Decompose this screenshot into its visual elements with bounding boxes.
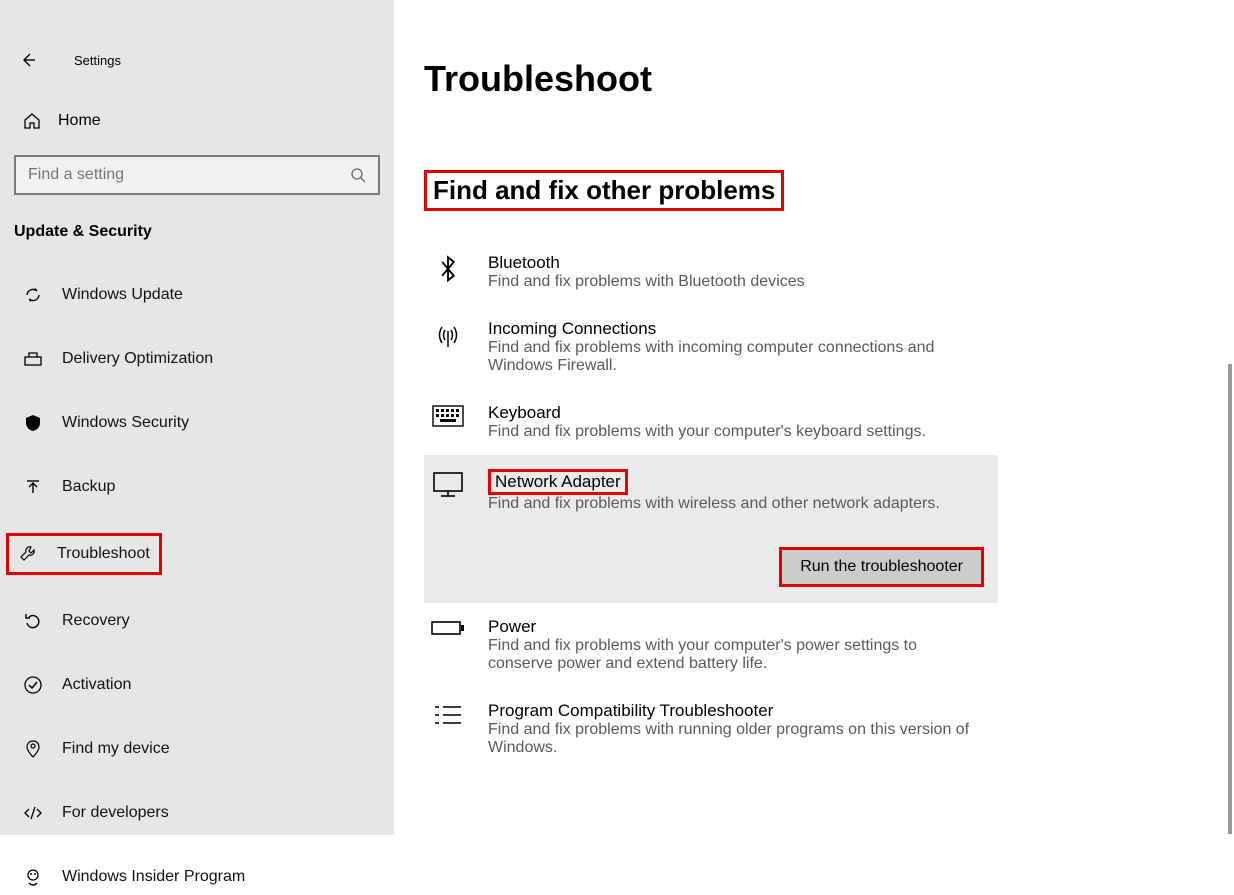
troubleshooter-keyboard[interactable]: Keyboard Find and fix problems with your… xyxy=(424,389,998,455)
delivery-icon xyxy=(22,349,44,369)
sidebar-item-label: Backup xyxy=(62,478,115,496)
insider-icon xyxy=(22,867,44,887)
sidebar-item-windows-security[interactable]: Windows Security xyxy=(14,405,380,441)
troubleshooter-desc: Find and fix problems with your computer… xyxy=(488,637,978,673)
troubleshooter-power[interactable]: Power Find and fix problems with your co… xyxy=(424,603,998,687)
sidebar-home-label: Home xyxy=(58,112,101,130)
troubleshooter-title: Network Adapter xyxy=(488,469,628,495)
troubleshooter-title: Power xyxy=(488,617,978,637)
check-circle-icon xyxy=(22,675,44,695)
sidebar-item-windows-insider[interactable]: Windows Insider Program xyxy=(14,859,380,895)
backup-icon xyxy=(22,477,44,497)
shield-icon xyxy=(22,413,44,433)
sidebar-item-troubleshoot[interactable]: Troubleshoot xyxy=(6,533,162,575)
troubleshooter-desc: Find and fix problems with Bluetooth dev… xyxy=(488,273,805,291)
sidebar-item-delivery-optimization[interactable]: Delivery Optimization xyxy=(14,341,380,377)
troubleshooter-program-compat[interactable]: Program Compatibility Troubleshooter Fin… xyxy=(424,687,998,771)
troubleshooter-title: Incoming Connections xyxy=(488,319,978,339)
search-box[interactable] xyxy=(14,155,380,195)
scrollbar[interactable] xyxy=(1228,364,1232,834)
troubleshooter-title: Bluetooth xyxy=(488,253,805,273)
troubleshooter-desc: Find and fix problems with running older… xyxy=(488,721,978,757)
back-button[interactable] xyxy=(18,50,38,70)
troubleshooter-desc: Find and fix problems with wireless and … xyxy=(488,495,940,513)
window-title: Settings xyxy=(74,53,121,68)
recovery-icon xyxy=(22,611,44,631)
sidebar-item-label: Recovery xyxy=(62,612,130,630)
troubleshooter-bluetooth[interactable]: Bluetooth Find and fix problems with Blu… xyxy=(424,239,998,305)
sidebar-item-label: Delivery Optimization xyxy=(62,350,213,368)
troubleshooter-desc: Find and fix problems with your computer… xyxy=(488,423,926,441)
sidebar-item-label: Activation xyxy=(62,676,131,694)
sidebar-item-recovery[interactable]: Recovery xyxy=(14,603,380,639)
troubleshooter-desc: Find and fix problems with incoming comp… xyxy=(488,339,978,375)
sidebar-item-label: Windows Update xyxy=(62,286,183,304)
sidebar-item-label: Windows Security xyxy=(62,414,189,432)
sidebar-item-for-developers[interactable]: For developers xyxy=(14,795,380,831)
sidebar-item-label: Find my device xyxy=(62,740,170,758)
troubleshooter-title: Program Compatibility Troubleshooter xyxy=(488,701,978,721)
search-input[interactable] xyxy=(28,166,350,184)
sidebar-item-activation[interactable]: Activation xyxy=(14,667,380,703)
sidebar-home[interactable]: Home xyxy=(14,105,380,137)
page-title: Troubleshoot xyxy=(394,0,1234,118)
antenna-icon xyxy=(428,319,468,375)
keyboard-icon xyxy=(428,403,468,441)
search-icon xyxy=(350,167,366,183)
developer-icon xyxy=(22,803,44,823)
sidebar-item-label: Windows Insider Program xyxy=(62,868,245,886)
troubleshooter-network-adapter[interactable]: Network Adapter Find and fix problems wi… xyxy=(424,455,998,527)
bluetooth-icon xyxy=(428,253,468,291)
sidebar-item-find-my-device[interactable]: Find my device xyxy=(14,731,380,767)
sidebar-item-label: For developers xyxy=(62,804,169,822)
sidebar-section-heading: Update & Security xyxy=(14,219,380,241)
section-heading-find-fix: Find and fix other problems xyxy=(424,170,784,211)
troubleshooter-title: Keyboard xyxy=(488,403,926,423)
location-icon xyxy=(22,739,44,759)
battery-icon xyxy=(428,617,468,673)
sidebar-item-backup[interactable]: Backup xyxy=(14,469,380,505)
sidebar-item-label: Troubleshoot xyxy=(57,545,150,563)
troubleshooter-incoming-connections[interactable]: Incoming Connections Find and fix proble… xyxy=(424,305,998,389)
home-icon xyxy=(22,111,42,131)
wrench-icon xyxy=(17,544,39,564)
run-troubleshooter-button[interactable]: Run the troubleshooter xyxy=(779,547,984,587)
monitor-icon xyxy=(428,469,468,513)
sidebar-item-windows-update[interactable]: Windows Update xyxy=(14,277,380,313)
list-icon xyxy=(428,701,468,757)
sync-icon xyxy=(22,285,44,305)
